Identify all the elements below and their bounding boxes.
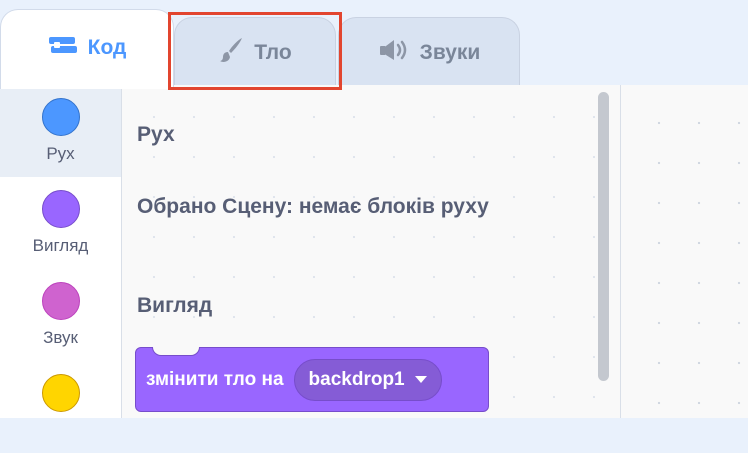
switch-backdrop-block-label: змінити тло на — [146, 368, 284, 390]
motion-heading: Рух — [137, 123, 175, 146]
backdrop-tab-highlight — [168, 12, 342, 90]
tab-code-label: Код — [87, 35, 127, 59]
backdrop-dropdown-value: backdrop1 — [308, 368, 405, 390]
palette-scrollbar[interactable] — [598, 92, 609, 381]
script-workspace[interactable] — [621, 85, 748, 418]
motion-empty-note: Обрано Сцену: немає блоків руху — [137, 195, 489, 218]
category-sound-label: Звук — [43, 328, 78, 347]
code-icon — [48, 35, 78, 61]
looks-heading: Вигляд — [137, 294, 213, 317]
category-events[interactable] — [0, 361, 121, 453]
looks-category-icon — [41, 190, 80, 228]
category-menu: Рух Вигляд Звук — [0, 85, 122, 418]
block-palette: Рух Обрано Сцену: немає блоків руху Вигл… — [122, 85, 621, 418]
category-motion[interactable]: Рух — [0, 85, 121, 177]
tab-sounds[interactable]: Звуки — [338, 17, 520, 85]
sound-category-icon — [41, 282, 80, 320]
speaker-icon — [378, 38, 410, 68]
category-motion-label: Рух — [46, 144, 75, 163]
category-sound[interactable]: Звук — [0, 269, 121, 361]
category-looks[interactable]: Вигляд — [0, 177, 121, 269]
tab-code[interactable]: Код — [0, 9, 174, 89]
events-category-icon — [41, 374, 80, 412]
motion-category-icon — [41, 98, 80, 136]
category-looks-label: Вигляд — [32, 236, 89, 255]
backdrop-dropdown[interactable]: backdrop1 — [293, 358, 442, 401]
switch-backdrop-block[interactable]: змінити тло на backdrop1 — [135, 347, 489, 412]
dropdown-caret-icon — [414, 376, 427, 383]
tab-sounds-label: Звуки — [419, 40, 481, 64]
